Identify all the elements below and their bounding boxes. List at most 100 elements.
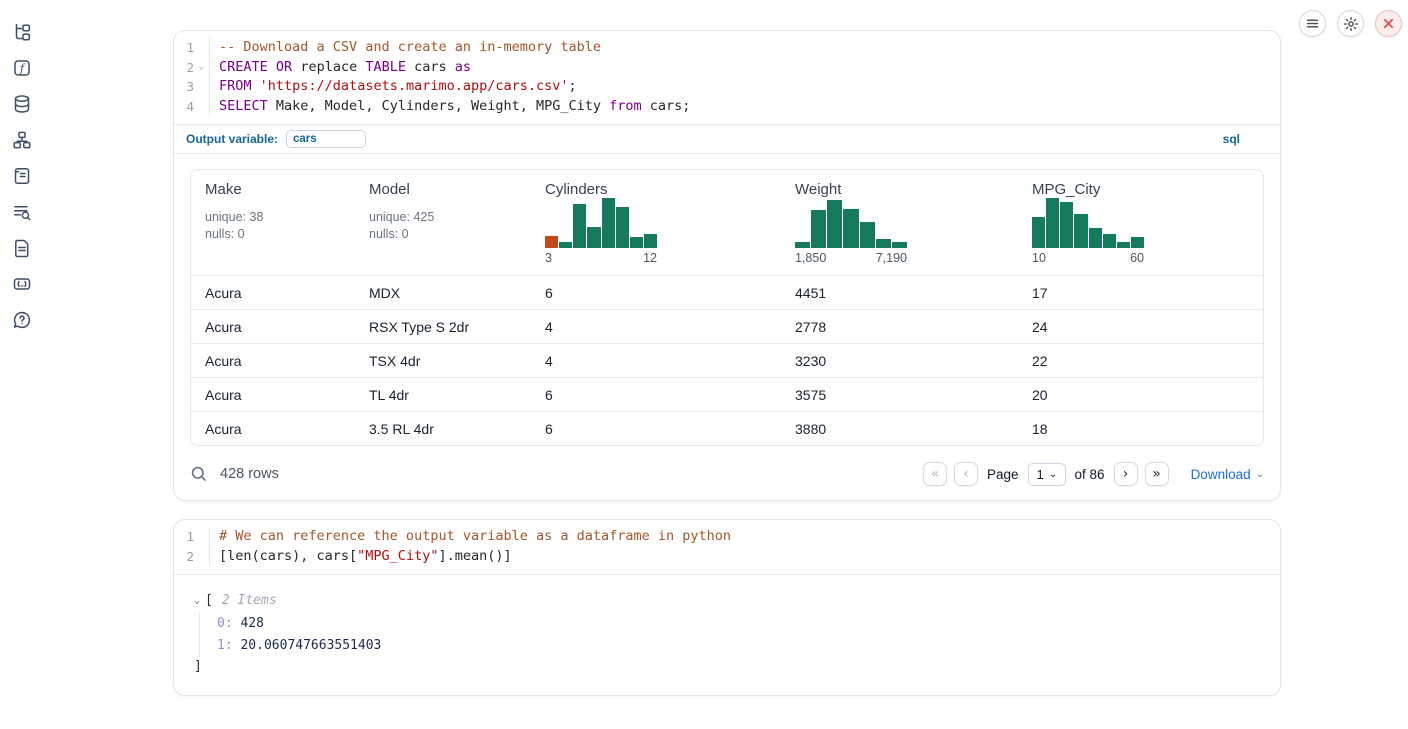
- close-icon: [1382, 17, 1395, 30]
- cell-weight: 3230: [781, 344, 1018, 377]
- histogram-axis: 1,850 7,190: [795, 251, 907, 265]
- sql-code-editor[interactable]: 1 -- Download a CSV and create an in-mem…: [174, 31, 1280, 124]
- column-header-weight[interactable]: Weight 1,850 7,190: [781, 170, 1018, 275]
- table-header-row: Make unique: 38 nulls: 0 Model unique: 4…: [191, 170, 1263, 275]
- column-name: Model: [369, 181, 519, 198]
- axis-max: 60: [1130, 251, 1144, 265]
- previous-page-button[interactable]: ‹: [954, 462, 978, 486]
- cell-cylinders: 6: [531, 378, 781, 411]
- mpg-city-histogram[interactable]: 10 60: [1032, 198, 1144, 265]
- page-select[interactable]: 1 ⌄: [1028, 463, 1066, 486]
- datasources-icon[interactable]: [12, 94, 32, 114]
- chevron-down-icon: ⌄: [1049, 469, 1057, 480]
- histogram-bar: [545, 236, 558, 248]
- download-label: Download: [1191, 467, 1251, 482]
- cell-weight: 3880: [781, 412, 1018, 445]
- null-count: nulls: 0: [369, 226, 519, 243]
- helper-sidebar: f: [0, 0, 44, 729]
- weight-histogram[interactable]: 1,850 7,190: [795, 198, 907, 265]
- cell-mpg-city: 22: [1018, 344, 1263, 377]
- page-total-label: of 86: [1075, 467, 1105, 482]
- cell-model: MDX: [355, 276, 531, 309]
- cell-make: Acura: [191, 412, 355, 445]
- column-header-make[interactable]: Make unique: 38 nulls: 0: [191, 170, 355, 275]
- output-variable-row: Output variable: sql: [174, 124, 1280, 154]
- code-line: 1 # We can reference the output variable…: [174, 527, 1280, 547]
- output-variable-input[interactable]: [286, 130, 366, 148]
- line-number: 2⌄: [174, 58, 210, 78]
- histogram-bar: [1131, 237, 1144, 248]
- cell-make: Acura: [191, 344, 355, 377]
- entry-value: 20.060747663551403: [240, 638, 381, 653]
- histogram-bar: [1103, 234, 1116, 248]
- collapse-chevron-icon[interactable]: ⌄: [194, 591, 200, 611]
- help-icon[interactable]: [12, 310, 32, 330]
- column-header-model[interactable]: Model unique: 425 nulls: 0: [355, 170, 531, 275]
- axis-min: 1,850: [795, 251, 826, 265]
- download-button[interactable]: Download ⌄: [1191, 467, 1264, 482]
- column-name: Weight: [795, 181, 1006, 198]
- close-bracket: ]: [194, 657, 1264, 677]
- cell-mpg-city: 18: [1018, 412, 1263, 445]
- column-name: Cylinders: [545, 181, 769, 198]
- settings-button[interactable]: [1337, 10, 1364, 37]
- notebook: 1 -- Download a CSV and create an in-mem…: [173, 30, 1281, 714]
- cell-cylinders: 6: [531, 412, 781, 445]
- code-text[interactable]: FROM 'https://datasets.marimo.app/cars.c…: [210, 77, 577, 97]
- code-text[interactable]: SELECT Make, Model, Cylinders, Weight, M…: [210, 97, 690, 117]
- fold-chevron-icon[interactable]: ⌄: [196, 58, 204, 78]
- python-cell: 1 # We can reference the output variable…: [173, 519, 1281, 696]
- code-text[interactable]: [len(cars), cars["MPG_City"].mean()]: [210, 547, 512, 567]
- column-header-cylinders[interactable]: Cylinders 3 12: [531, 170, 781, 275]
- histogram-axis: 3 12: [545, 251, 657, 265]
- cell-mpg-city: 24: [1018, 310, 1263, 343]
- cell-weight: 3575: [781, 378, 1018, 411]
- table-row[interactable]: Acura 3.5 RL 4dr 6 3880 18: [191, 411, 1263, 445]
- svg-text:f: f: [19, 62, 26, 75]
- scratchpad-icon[interactable]: [12, 166, 32, 186]
- cell-model: TSX 4dr: [355, 344, 531, 377]
- cylinders-histogram[interactable]: 3 12: [545, 198, 657, 265]
- last-page-button[interactable]: »: [1145, 462, 1169, 486]
- histogram-bar: [587, 227, 600, 248]
- output-variable-label: Output variable:: [186, 132, 278, 146]
- histogram-axis: 10 60: [1032, 251, 1144, 265]
- table-row[interactable]: Acura TSX 4dr 4 3230 22: [191, 343, 1263, 377]
- table-row[interactable]: Acura TL 4dr 6 3575 20: [191, 377, 1263, 411]
- gear-icon: [1343, 16, 1359, 32]
- code-line: 2⌄ CREATE OR replace TABLE cars as: [174, 58, 1280, 78]
- table-row[interactable]: Acura RSX Type S 2dr 4 2778 24: [191, 309, 1263, 343]
- histogram-bar: [1046, 198, 1059, 248]
- column-name: MPG_City: [1032, 181, 1251, 198]
- shutdown-button[interactable]: [1375, 10, 1402, 37]
- chevron-down-icon: ⌄: [1256, 469, 1264, 480]
- axis-min: 3: [545, 251, 552, 265]
- variables-icon[interactable]: f: [12, 58, 32, 78]
- cell-model: TL 4dr: [355, 378, 531, 411]
- language-badge: sql: [1223, 132, 1268, 146]
- first-page-button[interactable]: «: [923, 462, 947, 486]
- dependency-graph-icon[interactable]: [12, 130, 32, 150]
- column-header-mpg-city[interactable]: MPG_City 10 60: [1018, 170, 1263, 275]
- histogram-bar: [1032, 217, 1045, 248]
- logs-icon[interactable]: [12, 202, 32, 222]
- chevrons-left-icon: «: [931, 467, 940, 481]
- cell-make: Acura: [191, 276, 355, 309]
- code-text[interactable]: CREATE OR replace TABLE cars as: [210, 58, 471, 78]
- next-page-button[interactable]: ›: [1114, 462, 1138, 486]
- cell-mpg-city: 17: [1018, 276, 1263, 309]
- code-text[interactable]: -- Download a CSV and create an in-memor…: [210, 38, 601, 58]
- code-line: 2 [len(cars), cars["MPG_City"].mean()]: [174, 547, 1280, 567]
- table-row[interactable]: Acura MDX 6 4451 17: [191, 275, 1263, 309]
- search-icon[interactable]: [190, 465, 208, 483]
- code-text[interactable]: # We can reference the output variable a…: [210, 527, 731, 547]
- histogram-bar: [811, 210, 826, 248]
- code-line: 1 -- Download a CSV and create an in-mem…: [174, 38, 1280, 58]
- snippets-icon[interactable]: [12, 274, 32, 294]
- python-code-editor[interactable]: 1 # We can reference the output variable…: [174, 520, 1280, 574]
- file-explorer-icon[interactable]: [12, 22, 32, 42]
- table-footer: 428 rows « ‹ Page 1 ⌄ of 86 › » Download…: [174, 454, 1280, 500]
- menu-button[interactable]: [1299, 10, 1326, 37]
- chevron-left-icon: ‹: [963, 467, 969, 481]
- documentation-icon[interactable]: [12, 238, 32, 258]
